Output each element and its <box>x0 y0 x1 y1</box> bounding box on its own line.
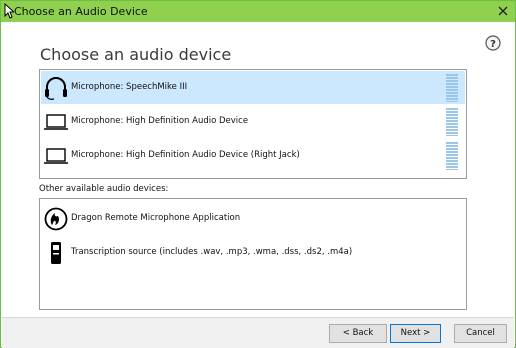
headset-icon <box>45 77 67 100</box>
title-bar[interactable]: Choose an Audio Device <box>1 1 515 22</box>
device-label: Microphone: High Definition Audio Device <box>71 116 249 126</box>
other-audio-device-list[interactable]: Dragon Remote Microphone Application Tra… <box>39 198 467 310</box>
device-label: Microphone: High Definition Audio Device… <box>71 150 300 160</box>
window-title: Choose an Audio Device <box>14 5 148 18</box>
device-item-speechmike[interactable]: Microphone: SpeechMike III <box>41 71 465 104</box>
dragon-logo-icon <box>44 207 68 231</box>
audio-device-dialog: Choose an Audio Device Choose an audio d… <box>0 0 516 348</box>
device-label: Transcription source (includes .wav, .mp… <box>71 247 353 257</box>
close-icon <box>498 6 508 16</box>
audio-level-meter <box>446 142 458 170</box>
device-label: Microphone: SpeechMike III <box>71 82 188 92</box>
recorder-icon <box>51 242 61 264</box>
audio-level-meter <box>446 108 458 136</box>
other-devices-label: Other available audio devices: <box>39 184 169 194</box>
device-item-dragon-remote[interactable]: Dragon Remote Microphone Application <box>41 202 465 235</box>
device-item-transcription[interactable]: Transcription source (includes .wav, .mp… <box>41 236 465 269</box>
device-label: Dragon Remote Microphone Application <box>71 213 241 223</box>
cancel-button[interactable]: Cancel <box>454 324 507 343</box>
laptop-icon <box>44 148 68 164</box>
audio-device-list[interactable]: Microphone: SpeechMike III Microphone: H… <box>39 69 467 179</box>
audio-level-meter <box>446 74 458 102</box>
laptop-icon <box>44 114 68 130</box>
device-item-hd-audio[interactable]: Microphone: High Definition Audio Device <box>41 105 465 138</box>
mouse-cursor-icon <box>4 3 14 19</box>
device-item-hd-audio-right-jack[interactable]: Microphone: High Definition Audio Device… <box>41 139 465 172</box>
help-icon: ? <box>490 39 496 50</box>
page-heading: Choose an audio device <box>40 45 232 64</box>
help-button[interactable]: ? <box>485 35 501 51</box>
back-button[interactable]: < Back <box>329 324 387 343</box>
next-button[interactable]: Next > <box>390 324 441 343</box>
close-button[interactable] <box>495 3 511 19</box>
